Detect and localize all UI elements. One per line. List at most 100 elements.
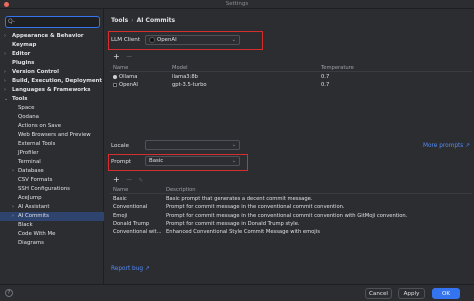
table-row[interactable]: Donald Trump Prompt for commit message in… (110, 220, 472, 228)
prompt-description: Prompt for commit message in the convent… (166, 204, 345, 211)
openai-icon (113, 82, 117, 87)
sidebar-item-jprofiler[interactable]: JProfiler (0, 149, 104, 158)
sidebar-item-database[interactable]: › Database (0, 167, 104, 176)
chevron-right-icon[interactable]: › (12, 167, 14, 176)
add-prompt-button[interactable]: + (113, 175, 120, 184)
sidebar-item-label: Version Control (12, 69, 59, 75)
column-header-model[interactable]: Model (172, 64, 188, 72)
search-icon: Q- (8, 18, 16, 25)
sidebar-item-black[interactable]: Black (0, 221, 104, 230)
column-header-temperature[interactable]: Temperature (321, 64, 354, 72)
main-panel: Tools › AI Commits LLM Client OpenAI ⌄ + − … (105, 9, 474, 301)
table-row[interactable]: Emoji Prompt for commit message in the co… (110, 212, 472, 220)
ok-button[interactable]: OK (432, 288, 460, 299)
sidebar-item-space[interactable]: Space (0, 104, 104, 113)
chevron-right-icon[interactable]: › (4, 77, 6, 86)
sidebar-item-label: Build, Execution, Deployment (12, 78, 102, 84)
remove-prompt-button[interactable]: − (126, 175, 133, 184)
breadcrumb-separator: › (131, 17, 134, 24)
table-row[interactable]: Conventional wit... Enhanced Conventional… (110, 228, 472, 236)
prompt-description: Basic prompt that generates a decent com… (166, 196, 313, 202)
table-row[interactable]: Conventional Prompt for commit message in… (110, 203, 472, 211)
sidebar-item-label: Diagrams (18, 240, 44, 246)
chevron-down-icon[interactable]: ⌄ (4, 95, 8, 104)
sidebar-item-label: SSH Configurations (18, 186, 70, 192)
chevron-right-icon[interactable]: › (4, 86, 6, 95)
llm-name: OpenAI (119, 82, 138, 88)
sidebar-item-label: Database (18, 168, 44, 174)
sidebar-item-keymap[interactable]: Keymap (0, 41, 104, 50)
add-llm-button[interactable]: + (113, 52, 120, 61)
settings-search-input[interactable]: Q- (5, 16, 100, 28)
title-bar: Settings (0, 0, 474, 9)
sidebar-item-terminal[interactable]: Terminal (0, 158, 104, 167)
column-header-description[interactable]: Description (166, 186, 196, 194)
sidebar-item-label: AI Assistant (18, 204, 50, 210)
sidebar-item-version-control[interactable]: › Version Control (0, 68, 104, 77)
sidebar-item-qodana[interactable]: Qodana (0, 113, 104, 122)
sidebar-item-diagrams[interactable]: Diagrams (0, 239, 104, 248)
llm-client-label: LLM Client (111, 37, 141, 43)
sidebar-item-acejump[interactable]: AceJump (0, 194, 104, 203)
llm-table-header: Name Model Temperature (110, 64, 472, 72)
remove-llm-button[interactable]: − (126, 52, 133, 61)
sidebar-item-appearance-behavior[interactable]: › Appearance & Behavior (0, 32, 104, 41)
column-header-name[interactable]: Name (113, 186, 128, 194)
llm-client-dropdown[interactable]: OpenAI ⌄ (145, 35, 240, 45)
chevron-right-icon[interactable]: › (12, 212, 14, 221)
sidebar-item-label: AI Commits (18, 213, 49, 219)
sidebar-item-ai-assistant[interactable]: › AI Assistant (0, 203, 104, 212)
cancel-button[interactable]: Cancel (365, 288, 392, 299)
apply-button[interactable]: Apply (398, 288, 425, 299)
report-bug-link[interactable]: Report bug ↗ (111, 266, 150, 272)
sidebar-item-languages-frameworks[interactable]: › Languages & Frameworks (0, 86, 104, 95)
prompt-name: Basic (113, 196, 127, 202)
sidebar-item-label: Editor (12, 51, 31, 57)
breadcrumb-parent[interactable]: Tools (111, 17, 128, 24)
table-row[interactable]: Ollama llama3:8b 0.7 (110, 73, 472, 81)
locale-label: Locale (111, 143, 129, 149)
table-row[interactable]: Basic Basic prompt that generates a decen… (110, 195, 472, 203)
settings-sidebar: Q- › Appearance & Behavior Keymap › Editor Pl… (0, 9, 104, 301)
locale-dropdown[interactable]: ⌄ (145, 140, 240, 150)
sidebar-item-label: Web Browsers and Preview (18, 132, 91, 138)
chevron-right-icon[interactable]: › (4, 68, 6, 77)
sidebar-item-actions-on-save[interactable]: Actions on Save (0, 122, 104, 131)
sidebar-item-label: Code With Me (18, 231, 56, 237)
sidebar-item-code-with-me[interactable]: Code With Me (0, 230, 104, 239)
sidebar-item-ai-commits[interactable]: › AI Commits (0, 212, 104, 221)
sidebar-item-label: External Tools (18, 141, 56, 147)
llm-temperature: 0.7 (321, 74, 330, 80)
more-prompts-link[interactable]: More prompts ↗ (423, 143, 470, 149)
chevron-right-icon[interactable]: › (4, 32, 6, 41)
settings-tree: › Appearance & Behavior Keymap › Editor Plugi… (0, 32, 104, 248)
llm-client-value: OpenAI (157, 37, 177, 43)
sidebar-item-build-execution-deployment[interactable]: › Build, Execution, Deployment (0, 77, 104, 86)
prompt-table-header: Name Description (110, 186, 472, 194)
prompt-description: Prompt for commit message in the convent… (166, 212, 408, 219)
sidebar-item-plugins[interactable]: Plugins (0, 59, 104, 68)
table-row[interactable]: OpenAI gpt-3.5-turbo 0.7 (110, 81, 472, 89)
prompt-dropdown[interactable]: Basic ⌄ (145, 156, 240, 166)
sidebar-item-label: Terminal (18, 159, 41, 165)
edit-prompt-button[interactable]: ✎ (138, 177, 143, 184)
sidebar-item-label: Actions on Save (18, 123, 62, 129)
sidebar-item-editor[interactable]: › Editor (0, 50, 104, 59)
chevron-right-icon[interactable]: › (12, 203, 14, 212)
sidebar-item-ssh-configurations[interactable]: SSH Configurations (0, 185, 104, 194)
sidebar-item-label: Tools (12, 96, 28, 102)
prompt-label: Prompt (111, 159, 132, 165)
sidebar-item-label: Black (18, 222, 33, 228)
sidebar-item-label: Languages & Frameworks (12, 87, 91, 93)
sidebar-item-csv-formats[interactable]: CSV Formats (0, 176, 104, 185)
sidebar-item-external-tools[interactable]: External Tools (0, 140, 104, 149)
help-button[interactable]: ? (5, 289, 13, 297)
llm-name: Ollama (119, 74, 138, 80)
sidebar-item-label: Plugins (12, 60, 35, 66)
prompt-value: Basic (149, 158, 164, 164)
llm-temperature: 0.7 (321, 82, 330, 88)
chevron-right-icon[interactable]: › (4, 50, 6, 59)
sidebar-item-tools[interactable]: ⌄ Tools (0, 95, 104, 104)
sidebar-item-web-browsers-and-preview[interactable]: Web Browsers and Preview (0, 131, 104, 140)
column-header-name[interactable]: Name (113, 64, 128, 72)
